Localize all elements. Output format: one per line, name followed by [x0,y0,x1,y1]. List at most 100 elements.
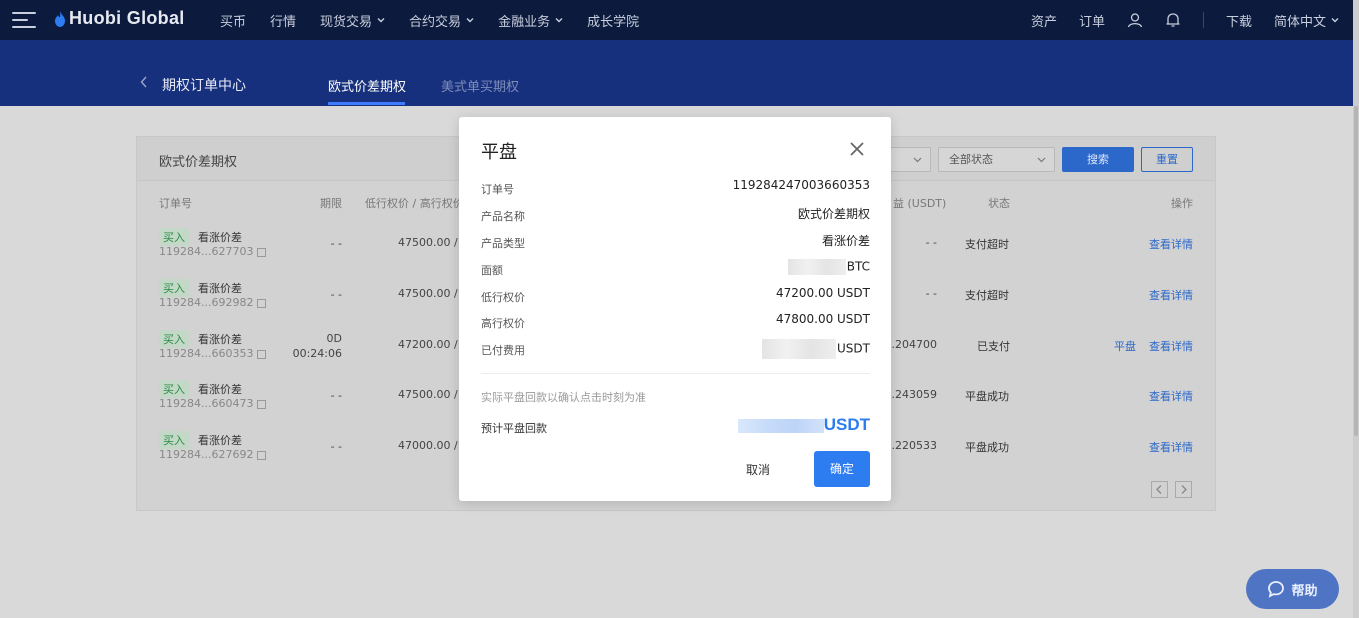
logo-text: Huobi Global [69,8,185,28]
dialog-title: 平盘 [481,142,517,163]
estimate-label: 预计平盘回款 [481,422,547,435]
view-details-link[interactable]: 查看详情 [1149,388,1193,404]
status-cell: 支付超时 [965,238,1009,251]
logo[interactable]: Huobi Global [54,8,185,29]
nav-finance[interactable]: 金融业务 [498,11,563,30]
field-label: 已付费用 [481,344,525,357]
field-order-no: 订单号 119284247003660353 [481,178,870,198]
nav-derivatives[interactable]: 合约交易 [409,11,474,30]
field-value: 47200.00 USDT [775,286,870,300]
chevron-left-icon [1156,485,1162,494]
field-label: 产品类型 [481,237,525,250]
col-strikes: 低行权价 / 高行权价 [365,197,464,210]
active-tab-indicator [328,102,405,105]
field-value: 119284247003660353 [732,178,870,192]
search-button[interactable]: 搜索 [1062,147,1134,172]
term-cell: - - [331,388,342,403]
view-details-link[interactable]: 查看详情 [1149,338,1193,354]
term-value: - - [330,389,342,402]
menu-icon[interactable] [12,12,36,28]
chat-bubble-icon [1268,581,1285,598]
status-select[interactable]: 全部状态 [938,147,1055,172]
copy-icon[interactable] [257,399,267,409]
strike-cell: 47500.00 / 4 [398,388,469,401]
nav-assets[interactable]: 资产 [1031,11,1057,30]
user-icon[interactable] [1127,12,1143,28]
chevron-down-icon [555,18,563,23]
buy-badge: 买入 [159,279,189,297]
close-icon[interactable] [849,141,865,157]
profit-cell: 2.220533 [884,439,938,452]
nav-divider [1202,12,1204,28]
next-page-button[interactable] [1175,481,1192,498]
field-value: USDT [762,339,870,359]
view-details-link[interactable]: 查看详情 [1149,236,1193,252]
scrollbar-thumb[interactable] [1354,106,1358,436]
profit-cell: - - [925,236,937,249]
tab-american-single[interactable]: 美式单买期权 [441,76,519,95]
field-label: 高行权价 [481,317,525,330]
option-type: 看涨价差 [198,231,242,244]
nav-label: 金融业务 [498,14,551,30]
term-cell: - - [331,287,342,302]
status-cell: 支付超时 [965,289,1009,302]
profit-cell: - - [925,287,937,300]
buy-badge: 买入 [159,228,189,246]
tab-european-spread[interactable]: 欧式价差期权 [328,76,406,95]
field-product-type: 产品类型 看涨价差 [481,232,870,252]
divider [481,373,870,374]
nav-buy-crypto[interactable]: 买币 [220,11,246,30]
nav-label: 成长学院 [587,14,640,30]
buy-badge: 买入 [159,380,189,398]
col-term: 期限 [320,197,342,210]
order-id: 119284...660353 [159,347,267,360]
help-button[interactable]: 帮助 [1246,569,1339,609]
estimate-unit: USDT [823,415,870,434]
term-value: - - [330,440,342,453]
view-details-link[interactable]: 查看详情 [1149,439,1193,455]
strike-cell: 47500.00 / 4 [398,287,469,300]
cancel-button[interactable]: 取消 [746,461,770,478]
language-label: 简体中文 [1273,14,1326,30]
nav-label: 现货交易 [320,14,373,30]
term-cell: 0D 00:24:06 [293,331,342,361]
term-value: 0D [326,332,342,345]
field-label: 订单号 [481,183,514,196]
nav-spot[interactable]: 现货交易 [320,11,385,30]
prev-page-button[interactable] [1151,481,1168,498]
estimate-value: USDT [737,415,870,435]
bell-icon[interactable] [1165,12,1181,28]
profit-cell: 1.243059 [884,388,938,401]
field-label: 面额 [481,264,503,277]
option-type: 看涨价差 [198,333,242,346]
nav-download[interactable]: 下载 [1226,11,1252,30]
sub-header [0,40,1359,106]
status-select-value: 全部状态 [949,153,993,166]
back-arrow-icon[interactable] [140,76,148,91]
nav-label: 买币 [220,14,247,30]
close-position-link[interactable]: 平盘 [1114,338,1136,354]
buy-badge: 买入 [159,431,189,449]
nav-orders[interactable]: 订单 [1079,11,1105,30]
language-select[interactable]: 简体中文 [1274,11,1339,30]
order-id-text: 119284...692982 [159,296,254,309]
copy-icon[interactable] [257,450,267,460]
order-id: 119284...660473 [159,397,267,410]
view-details-link[interactable]: 查看详情 [1149,287,1193,303]
confirm-button[interactable]: 确定 [814,451,870,487]
strike-cell: 47500.00 / 4 [398,236,469,249]
strike-cell: 47200.00 / 4 [398,338,469,351]
order-id-text: 119284...627692 [159,448,254,461]
copy-icon[interactable] [257,298,267,308]
chevron-right-icon [1181,485,1187,494]
huobi-flame-icon [55,10,65,27]
copy-icon[interactable] [257,349,267,359]
nav-markets[interactable]: 行情 [270,11,296,30]
nav-academy[interactable]: 成长学院 [587,11,639,30]
col-action: 操作 [1171,197,1193,210]
field-value: BTC [787,259,870,275]
reset-button[interactable]: 重置 [1141,147,1193,172]
profit-cell: 0.204700 [884,338,938,351]
copy-icon[interactable] [257,247,267,257]
field-value: 欧式价差期权 [797,207,870,221]
